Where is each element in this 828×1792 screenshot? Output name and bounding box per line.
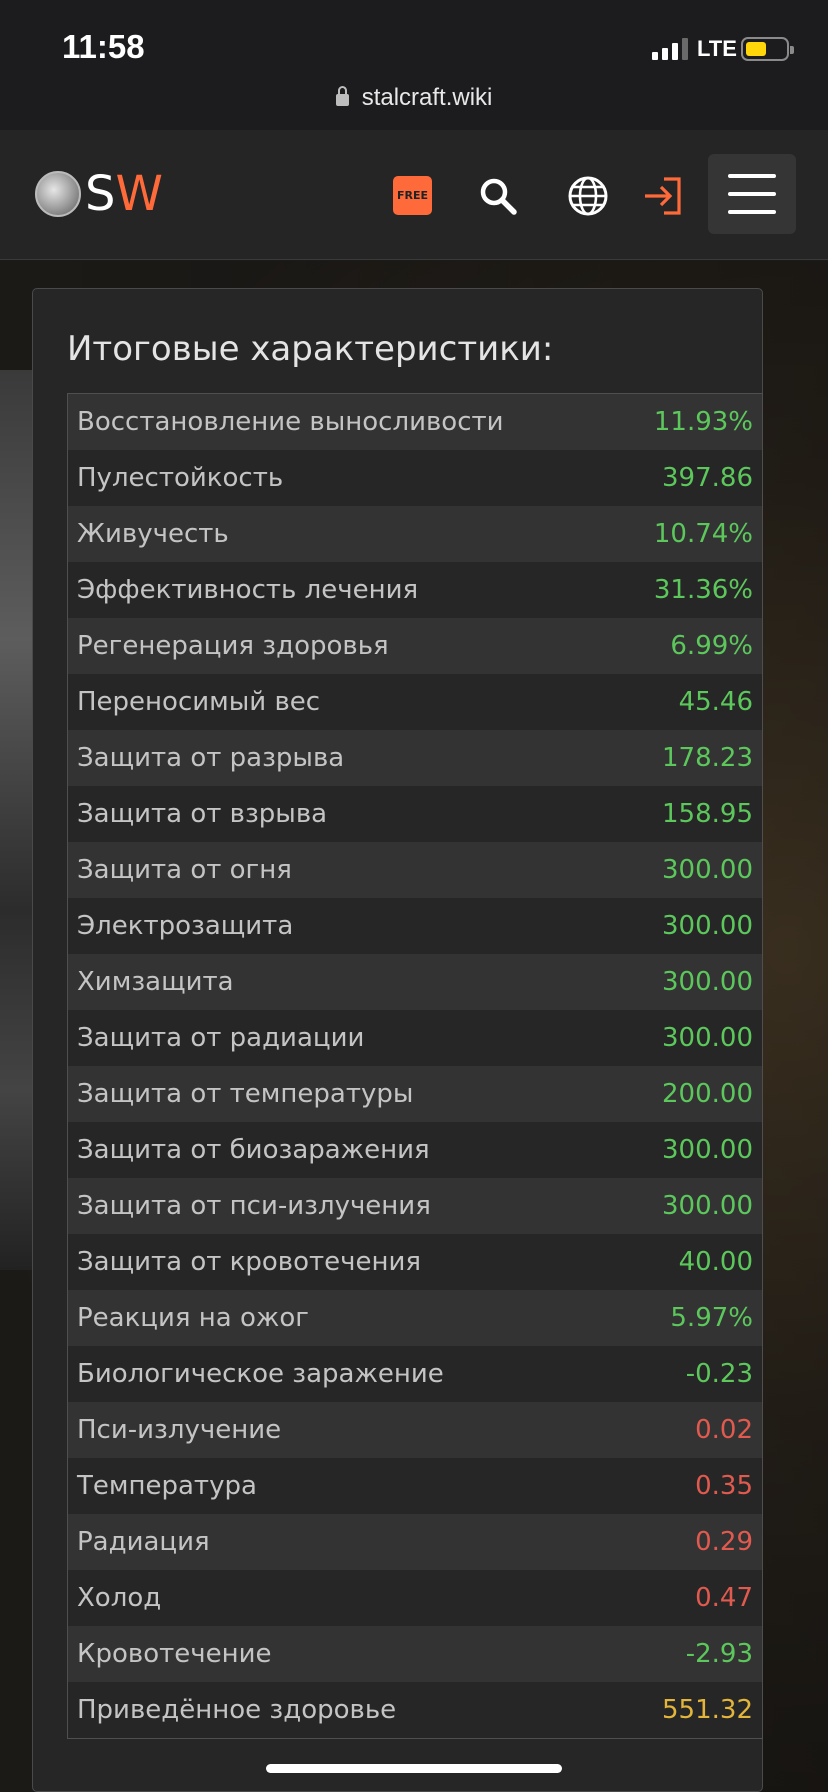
stat-label: Восстановление выносливости: [77, 407, 504, 437]
stat-row: Реакция на ожог 5.97%: [68, 1290, 762, 1346]
stat-value: -2.93: [685, 1639, 753, 1669]
site-header: S W FREE: [0, 130, 828, 260]
stat-row: Переносимый вес 45.46: [68, 674, 762, 730]
stat-row: Защита от огня 300.00: [68, 842, 762, 898]
stat-row: Регенерация здоровья 6.99%: [68, 618, 762, 674]
stat-row: Защита от биозаражения 300.00: [68, 1122, 762, 1178]
stat-label: Защита от взрыва: [77, 799, 328, 829]
stat-value: 300.00: [662, 1191, 753, 1221]
stat-row: Биологическое заражение -0.23: [68, 1346, 762, 1402]
search-icon: [480, 178, 517, 215]
logo-letter-s: S: [85, 166, 116, 222]
stat-row: Защита от радиации 300.00: [68, 1010, 762, 1066]
network-type: LTE: [697, 36, 737, 61]
stat-label: Холод: [77, 1583, 162, 1613]
stat-value: 0.02: [695, 1415, 753, 1445]
stat-value: 5.97%: [670, 1303, 753, 1333]
stat-row: Пси-излучение 0.02: [68, 1402, 762, 1458]
stat-row: Радиация 0.29: [68, 1514, 762, 1570]
login-icon: [645, 177, 681, 215]
stat-row: Холод 0.47: [68, 1570, 762, 1626]
globe-icon: [568, 176, 608, 216]
stat-label: Живучесть: [77, 519, 229, 549]
status-time: 11:58: [62, 28, 145, 65]
stat-value: 397.86: [662, 463, 753, 493]
stat-value: 300.00: [662, 967, 753, 997]
stat-value: 300.00: [662, 1135, 753, 1165]
stat-value: 6.99%: [670, 631, 753, 661]
free-button[interactable]: FREE: [393, 176, 432, 215]
home-indicator[interactable]: [266, 1764, 562, 1773]
status-bar: 11:58 LTE stalcraft.wiki: [0, 0, 828, 130]
stat-label: Биологическое заражение: [77, 1359, 444, 1389]
stat-label: Температура: [77, 1471, 257, 1501]
stat-label: Кровотечение: [77, 1639, 272, 1669]
stat-label: Пулестойкость: [77, 463, 284, 493]
stat-row: Защита от кровотечения 40.00: [68, 1234, 762, 1290]
stat-label: Реакция на ожог: [77, 1303, 309, 1333]
stat-label: Эффективность лечения: [77, 575, 419, 605]
url-text: stalcraft.wiki: [361, 84, 493, 111]
stat-row: Защита от взрыва 158.95: [68, 786, 762, 842]
stat-value: 0.35: [695, 1471, 753, 1501]
stat-value: 158.95: [662, 799, 753, 829]
stat-label: Защита от разрыва: [77, 743, 345, 773]
stat-value: 178.23: [662, 743, 753, 773]
stat-value: 551.32: [662, 1695, 753, 1725]
stat-label: Защита от биозаражения: [77, 1135, 430, 1165]
lock-icon: [335, 86, 349, 106]
stat-row: Восстановление выносливости 11.93%: [68, 394, 762, 450]
stat-value: 0.47: [695, 1583, 753, 1613]
stat-row: Защита от разрыва 178.23: [68, 730, 762, 786]
stat-row: Химзащита 300.00: [68, 954, 762, 1010]
stat-row: Приведённое здоровье 551.32: [68, 1682, 762, 1738]
stat-value: 11.93%: [653, 407, 753, 437]
logo-emblem-icon: [35, 171, 81, 217]
stat-label: Защита от температуры: [77, 1079, 414, 1109]
stat-value: 300.00: [662, 1023, 753, 1053]
stat-value: 200.00: [662, 1079, 753, 1109]
stat-label: Радиация: [77, 1527, 210, 1557]
signal-icon: [652, 36, 688, 60]
stat-label: Защита от огня: [77, 855, 292, 885]
stat-row: Эффективность лечения 31.36%: [68, 562, 762, 618]
stat-value: 10.74%: [653, 519, 753, 549]
stat-row: Электрозащита 300.00: [68, 898, 762, 954]
url-bar[interactable]: stalcraft.wiki: [0, 84, 828, 112]
stat-value: 0.29: [695, 1527, 753, 1557]
stat-row: Температура 0.35: [68, 1458, 762, 1514]
stat-value: 300.00: [662, 911, 753, 941]
menu-icon: [728, 174, 776, 178]
stat-label: Приведённое здоровье: [77, 1695, 397, 1725]
stat-label: Защита от радиации: [77, 1023, 365, 1053]
panel-title: Итоговые характеристики:: [67, 329, 554, 369]
stat-label: Защита от пси-излучения: [77, 1191, 431, 1221]
stat-row: Живучесть 10.74%: [68, 506, 762, 562]
stat-value: 300.00: [662, 855, 753, 885]
stats-table: Восстановление выносливости 11.93% Пулесто…: [67, 393, 763, 1739]
stat-row: Кровотечение -2.93: [68, 1626, 762, 1682]
stat-row: Защита от пси-излучения 300.00: [68, 1178, 762, 1234]
login-button[interactable]: [642, 174, 686, 218]
stat-label: Переносимый вес: [77, 687, 321, 717]
stat-label: Электрозащита: [77, 911, 294, 941]
logo-letter-w: W: [115, 166, 163, 222]
stat-label: Регенерация здоровья: [77, 631, 389, 661]
stats-panel: Итоговые характеристики: Восстановление …: [32, 288, 763, 1792]
stat-row: Пулестойкость 397.86: [68, 450, 762, 506]
battery-icon: [741, 37, 794, 61]
stat-value: 40.00: [678, 1247, 753, 1277]
stat-value: 31.36%: [653, 575, 753, 605]
stat-row: Защита от температуры 200.00: [68, 1066, 762, 1122]
stat-label: Пси-излучение: [77, 1415, 282, 1445]
stat-label: Защита от кровотечения: [77, 1247, 422, 1277]
stat-value: -0.23: [685, 1359, 753, 1389]
stat-label: Химзащита: [77, 967, 234, 997]
stat-value: 45.46: [678, 687, 753, 717]
language-button[interactable]: [566, 174, 610, 218]
menu-button[interactable]: [708, 154, 796, 234]
search-button[interactable]: [476, 174, 520, 218]
site-logo[interactable]: S W: [35, 170, 163, 218]
